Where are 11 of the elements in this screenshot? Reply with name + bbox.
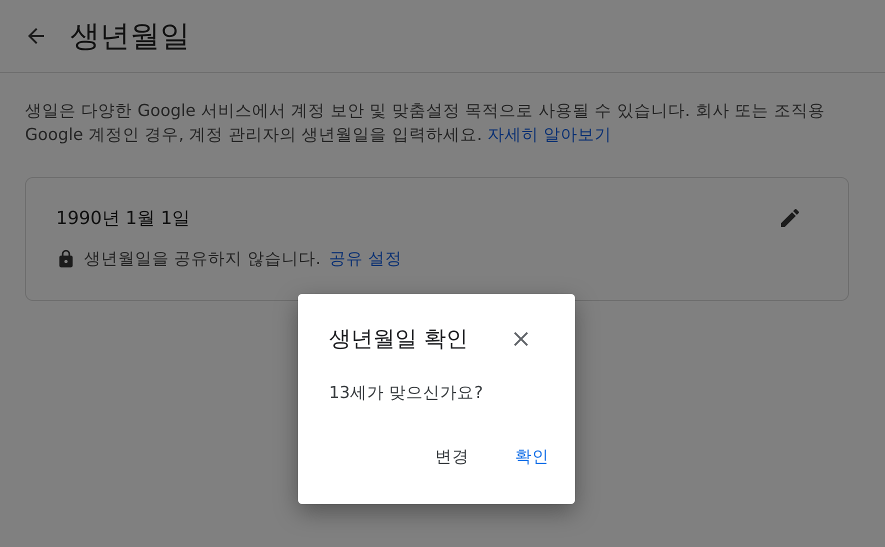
privacy-text: 생년월일을 공유하지 않습니다. [84, 248, 321, 270]
learn-more-link[interactable]: 자세히 알아보기 [487, 125, 612, 144]
sharing-settings-link[interactable]: 공유 설정 [328, 248, 402, 270]
description-text: 생일은 다양한 Google 서비스에서 계정 보안 및 맞춤설정 목적으로 사용될 수 있습니다. 회사 또는 조직용 Google 계정인 경우, 계정 관리자의 생년월일을 입력하세요. 자세히 알아보기 [25, 100, 826, 146]
dialog-title: 생년월일 확인 [329, 326, 468, 354]
dialog-message: 13세가 맞으신가요? [329, 382, 484, 404]
edit-icon[interactable] [778, 206, 802, 230]
change-button[interactable]: 변경 [419, 438, 485, 476]
birthday-date: 1990년 1월 1일 [56, 207, 190, 230]
confirm-button[interactable]: 확인 [499, 438, 565, 476]
page-title: 생년월일 [70, 18, 190, 56]
